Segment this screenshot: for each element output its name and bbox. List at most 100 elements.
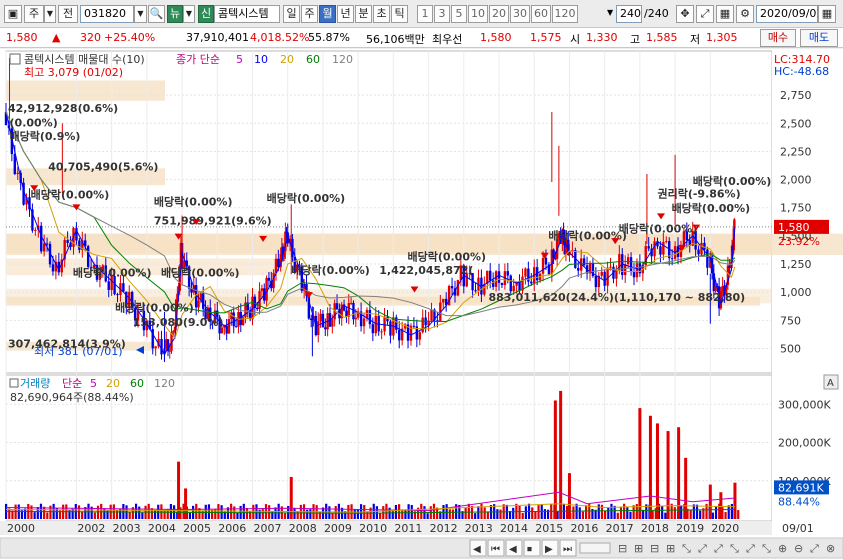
calendar-icon[interactable]: ▦	[818, 5, 836, 23]
period-5-button[interactable]: 초	[373, 5, 390, 23]
chart-annotation: 배당락(0.00%)	[73, 265, 152, 279]
type-dropdown-icon[interactable]: ▼	[44, 5, 56, 23]
prev-button[interactable]: 전	[58, 5, 78, 23]
candle-body	[66, 239, 69, 243]
new-badge: 신	[198, 5, 214, 23]
x-tick-label: 2007	[254, 522, 282, 535]
tick-60-button[interactable]: 60	[531, 5, 551, 23]
candle-body	[430, 309, 433, 321]
code-dropdown-icon[interactable]: ▼	[134, 5, 147, 23]
tick-20-button[interactable]: 20	[489, 5, 509, 23]
candle-body	[78, 240, 81, 250]
candle-body	[662, 241, 665, 255]
y-tick-label: 750	[780, 314, 801, 327]
stock-code-input[interactable]: 031820	[80, 5, 134, 23]
volume-ma-legend-20: 20	[106, 377, 120, 390]
volume-bar	[195, 503, 198, 519]
candle-body	[706, 249, 709, 268]
current-price-label: 1,580	[778, 221, 810, 234]
tick-120-button[interactable]: 120	[552, 5, 578, 23]
sell-button[interactable]: 매도	[800, 29, 838, 47]
low-label: 저	[690, 33, 701, 46]
volume-bar	[398, 504, 401, 519]
toolbar-tool-icon: ⤢	[746, 542, 755, 555]
y-tick-label: 2,750	[780, 89, 812, 102]
period-1-button[interactable]: 주	[301, 5, 318, 23]
volume-bar	[578, 507, 581, 519]
count-dropdown-icon[interactable]: ▼	[604, 5, 614, 23]
menu-icon[interactable]: ▣	[4, 5, 22, 23]
volume-bar	[432, 503, 436, 519]
candle-body	[227, 319, 231, 334]
tick-5-button[interactable]: 5	[451, 5, 467, 23]
tick-10-button[interactable]: 10	[468, 5, 488, 23]
high-label: 고	[630, 33, 641, 46]
period-0-button[interactable]: 일	[283, 5, 300, 23]
crosshair-icon[interactable]: ✥	[676, 5, 694, 23]
candle-body	[530, 281, 533, 284]
volume-bar	[36, 506, 39, 519]
x-tick-label: 2016	[570, 522, 598, 535]
x-tick-label: 2006	[218, 522, 246, 535]
scroll-control-icon: ⏮	[491, 544, 500, 555]
volume-bar	[160, 504, 163, 519]
type-selector[interactable]: 주	[24, 5, 44, 23]
open-label: 시	[570, 33, 581, 46]
volume-bar	[719, 492, 723, 519]
period-3-button[interactable]: 년	[337, 5, 354, 23]
volume-bar	[480, 503, 483, 519]
stock-chart[interactable]: 2,7502,5002,2502,0001,7501,5001,2501,000…	[0, 49, 843, 560]
volume-summary: 82,690,964주(88.44%)	[10, 391, 134, 404]
date-input[interactable]: 2020/09/01	[756, 5, 823, 23]
candle-body	[659, 246, 662, 255]
candle-body	[116, 294, 119, 296]
volume-bar	[46, 512, 49, 519]
save-icon[interactable]: ▦	[716, 5, 734, 23]
x-tick-label: 2000	[7, 522, 35, 535]
volume-bar	[714, 506, 718, 519]
volume-bar	[680, 505, 683, 519]
volume-bar	[296, 511, 299, 519]
candle-body	[703, 242, 706, 250]
volume-bar	[737, 510, 740, 519]
candle-body	[676, 246, 680, 257]
candle-body	[577, 268, 580, 271]
new-badge-label: 신	[200, 7, 212, 20]
period-4-button[interactable]: 분	[355, 5, 372, 23]
news-dropdown-icon[interactable]: ▼	[183, 5, 195, 23]
search-icon[interactable]: 🔍	[148, 5, 165, 23]
period-2-button[interactable]: 월	[319, 5, 336, 23]
candle-body	[442, 298, 445, 303]
chart-annotation: 배당락(0.00%)	[672, 201, 751, 215]
candle-body	[362, 318, 366, 327]
buy-label: 매수	[767, 31, 789, 44]
current-volume-label: 82,691K	[778, 481, 824, 494]
candle-body	[489, 270, 492, 281]
candle-body	[234, 326, 238, 328]
period-6-button[interactable]: 틱	[391, 5, 408, 23]
volume-bar	[268, 505, 271, 519]
volume-bar	[664, 512, 667, 519]
volume-bar	[559, 390, 563, 519]
buy-button[interactable]: 매수	[760, 29, 796, 47]
y-tick-label: 1,750	[780, 202, 812, 215]
settings-icon[interactable]: ⚙	[736, 5, 754, 23]
tick-3-button[interactable]: 3	[434, 5, 450, 23]
news-button[interactable]: 뉴	[167, 5, 183, 23]
count-input[interactable]: 240	[616, 5, 642, 23]
high: 1,585	[646, 31, 678, 44]
toolbar-tool-icon: ⤢	[714, 542, 723, 555]
tick-30-button[interactable]: 30	[510, 5, 530, 23]
volume-bar	[708, 484, 712, 519]
tick-1-button[interactable]: 1	[417, 5, 433, 23]
volume-bar	[610, 503, 613, 519]
toolbar-tool-icon: ⊟	[618, 542, 627, 555]
volume-bar	[553, 400, 557, 519]
volume-bar	[150, 508, 153, 519]
link-icon[interactable]: ⤢	[696, 5, 714, 23]
volume-bar	[337, 503, 340, 519]
candle-body	[122, 283, 125, 292]
volume-bar	[629, 511, 632, 519]
candle-body	[582, 258, 586, 266]
volume-bar	[138, 506, 141, 519]
